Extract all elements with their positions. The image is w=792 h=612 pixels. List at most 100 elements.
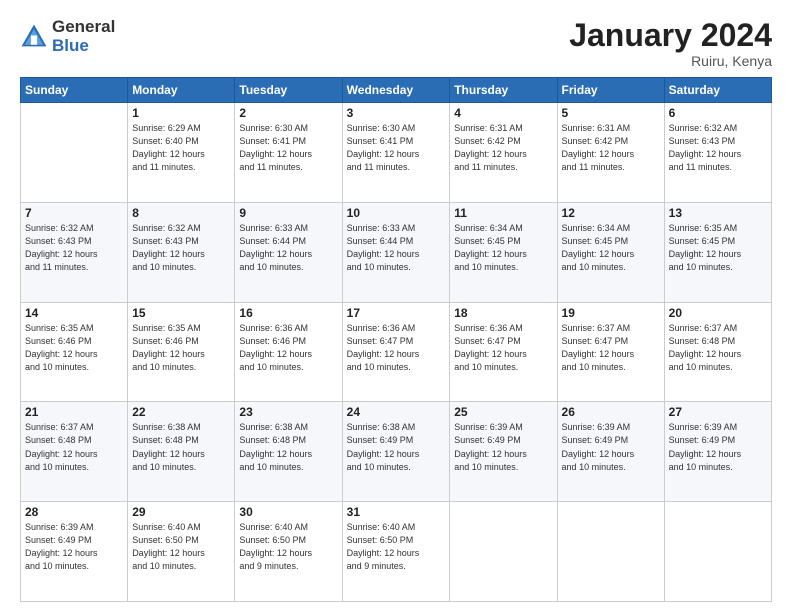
day-info: Sunrise: 6:39 AM Sunset: 6:49 PM Dayligh… xyxy=(454,421,552,473)
calendar-cell: 9 Sunrise: 6:33 AM Sunset: 6:44 PM Daylig… xyxy=(235,202,342,302)
location: Ruiru, Kenya xyxy=(569,53,772,69)
calendar-cell: 24 Sunrise: 6:38 AM Sunset: 6:49 PM Dayli… xyxy=(342,402,450,502)
day-info: Sunrise: 6:31 AM Sunset: 6:42 PM Dayligh… xyxy=(454,122,552,174)
day-number: 10 xyxy=(347,206,446,220)
day-number: 3 xyxy=(347,106,446,120)
day-number: 21 xyxy=(25,405,123,419)
day-number: 24 xyxy=(347,405,446,419)
calendar-cell: 22Sunrise: 6:38 AM Sunset: 6:48 PM Dayli… xyxy=(128,402,235,502)
day-info: Sunrise: 6:38 AM Sunset: 6:48 PM Dayligh… xyxy=(239,421,337,473)
calendar-cell: 3Sunrise: 6:30 AM Sunset: 6:41 PM Daylig… xyxy=(342,103,450,203)
day-info: Sunrise: 6:37 AM Sunset: 6:48 PM Dayligh… xyxy=(25,421,123,473)
calendar-cell: 27 Sunrise: 6:39 AM Sunset: 6:49 PM Dayli… xyxy=(664,402,771,502)
day-number: 8 xyxy=(132,206,230,220)
day-info: Sunrise: 6:40 AM Sunset: 6:50 PM Dayligh… xyxy=(347,521,446,573)
day-number: 2 xyxy=(239,106,337,120)
calendar-header-tuesday: Tuesday xyxy=(235,78,342,103)
header: General Blue January 2024 Ruiru, Kenya xyxy=(20,18,772,69)
logo-blue: Blue xyxy=(52,37,115,56)
calendar-cell xyxy=(557,502,664,602)
day-info: Sunrise: 6:39 AM Sunset: 6:49 PM Dayligh… xyxy=(562,421,660,473)
calendar-cell: 18 Sunrise: 6:36 AM Sunset: 6:47 PM Dayli… xyxy=(450,302,557,402)
calendar-cell: 19 Sunrise: 6:37 AM Sunset: 6:47 PM Dayli… xyxy=(557,302,664,402)
day-number: 25 xyxy=(454,405,552,419)
calendar: SundayMondayTuesdayWednesdayThursdayFrid… xyxy=(20,77,772,602)
title-block: January 2024 Ruiru, Kenya xyxy=(569,18,772,69)
day-number: 9 xyxy=(239,206,337,220)
logo-icon xyxy=(20,23,48,51)
day-number: 27 xyxy=(669,405,767,419)
calendar-cell: 6 Sunrise: 6:32 AM Sunset: 6:43 PM Daylig… xyxy=(664,103,771,203)
day-info: Sunrise: 6:37 AM Sunset: 6:47 PM Dayligh… xyxy=(562,322,660,374)
day-info: Sunrise: 6:37 AM Sunset: 6:48 PM Dayligh… xyxy=(669,322,767,374)
logo-text: General Blue xyxy=(52,18,115,55)
calendar-cell: 16Sunrise: 6:36 AM Sunset: 6:46 PM Dayli… xyxy=(235,302,342,402)
calendar-cell: 23 Sunrise: 6:38 AM Sunset: 6:48 PM Dayli… xyxy=(235,402,342,502)
day-number: 23 xyxy=(239,405,337,419)
calendar-week-row: 1Sunrise: 6:29 AM Sunset: 6:40 PM Daylig… xyxy=(21,103,772,203)
calendar-cell: 26 Sunrise: 6:39 AM Sunset: 6:49 PM Dayli… xyxy=(557,402,664,502)
calendar-header-friday: Friday xyxy=(557,78,664,103)
day-number: 6 xyxy=(669,106,767,120)
day-number: 15 xyxy=(132,306,230,320)
calendar-cell: 21 Sunrise: 6:37 AM Sunset: 6:48 PM Dayli… xyxy=(21,402,128,502)
day-info: Sunrise: 6:35 AM Sunset: 6:45 PM Dayligh… xyxy=(669,222,767,274)
day-info: Sunrise: 6:31 AM Sunset: 6:42 PM Dayligh… xyxy=(562,122,660,174)
day-info: Sunrise: 6:36 AM Sunset: 6:47 PM Dayligh… xyxy=(347,322,446,374)
day-number: 14 xyxy=(25,306,123,320)
day-number: 30 xyxy=(239,505,337,519)
day-number: 11 xyxy=(454,206,552,220)
day-info: Sunrise: 6:35 AM Sunset: 6:46 PM Dayligh… xyxy=(132,322,230,374)
calendar-header-row: SundayMondayTuesdayWednesdayThursdayFrid… xyxy=(21,78,772,103)
calendar-week-row: 28Sunrise: 6:39 AM Sunset: 6:49 PM Dayli… xyxy=(21,502,772,602)
calendar-cell: 31Sunrise: 6:40 AM Sunset: 6:50 PM Dayli… xyxy=(342,502,450,602)
day-info: Sunrise: 6:36 AM Sunset: 6:46 PM Dayligh… xyxy=(239,322,337,374)
logo: General Blue xyxy=(20,18,115,55)
calendar-cell: 15 Sunrise: 6:35 AM Sunset: 6:46 PM Dayli… xyxy=(128,302,235,402)
calendar-header-saturday: Saturday xyxy=(664,78,771,103)
month-title: January 2024 xyxy=(569,18,772,53)
day-info: Sunrise: 6:30 AM Sunset: 6:41 PM Dayligh… xyxy=(239,122,337,174)
calendar-cell: 30 Sunrise: 6:40 AM Sunset: 6:50 PM Dayli… xyxy=(235,502,342,602)
calendar-header-wednesday: Wednesday xyxy=(342,78,450,103)
day-info: Sunrise: 6:38 AM Sunset: 6:49 PM Dayligh… xyxy=(347,421,446,473)
day-number: 13 xyxy=(669,206,767,220)
day-info: Sunrise: 6:29 AM Sunset: 6:40 PM Dayligh… xyxy=(132,122,230,174)
calendar-cell: 20Sunrise: 6:37 AM Sunset: 6:48 PM Dayli… xyxy=(664,302,771,402)
calendar-cell: 11 Sunrise: 6:34 AM Sunset: 6:45 PM Dayli… xyxy=(450,202,557,302)
day-number: 17 xyxy=(347,306,446,320)
day-number: 29 xyxy=(132,505,230,519)
calendar-cell: 13 Sunrise: 6:35 AM Sunset: 6:45 PM Dayli… xyxy=(664,202,771,302)
day-info: Sunrise: 6:32 AM Sunset: 6:43 PM Dayligh… xyxy=(669,122,767,174)
day-info: Sunrise: 6:40 AM Sunset: 6:50 PM Dayligh… xyxy=(132,521,230,573)
day-info: Sunrise: 6:38 AM Sunset: 6:48 PM Dayligh… xyxy=(132,421,230,473)
calendar-cell: 10Sunrise: 6:33 AM Sunset: 6:44 PM Dayli… xyxy=(342,202,450,302)
calendar-cell: 25 Sunrise: 6:39 AM Sunset: 6:49 PM Dayli… xyxy=(450,402,557,502)
day-info: Sunrise: 6:36 AM Sunset: 6:47 PM Dayligh… xyxy=(454,322,552,374)
day-number: 26 xyxy=(562,405,660,419)
calendar-cell: 29 Sunrise: 6:40 AM Sunset: 6:50 PM Dayli… xyxy=(128,502,235,602)
calendar-cell: 1Sunrise: 6:29 AM Sunset: 6:40 PM Daylig… xyxy=(128,103,235,203)
day-number: 5 xyxy=(562,106,660,120)
calendar-cell xyxy=(21,103,128,203)
calendar-header-sunday: Sunday xyxy=(21,78,128,103)
calendar-header-monday: Monday xyxy=(128,78,235,103)
day-number: 19 xyxy=(562,306,660,320)
calendar-week-row: 14 Sunrise: 6:35 AM Sunset: 6:46 PM Dayli… xyxy=(21,302,772,402)
day-info: Sunrise: 6:39 AM Sunset: 6:49 PM Dayligh… xyxy=(25,521,123,573)
day-number: 18 xyxy=(454,306,552,320)
calendar-cell: 4Sunrise: 6:31 AM Sunset: 6:42 PM Daylig… xyxy=(450,103,557,203)
day-info: Sunrise: 6:35 AM Sunset: 6:46 PM Dayligh… xyxy=(25,322,123,374)
day-info: Sunrise: 6:34 AM Sunset: 6:45 PM Dayligh… xyxy=(562,222,660,274)
calendar-cell: 2 Sunrise: 6:30 AM Sunset: 6:41 PM Daylig… xyxy=(235,103,342,203)
day-info: Sunrise: 6:40 AM Sunset: 6:50 PM Dayligh… xyxy=(239,521,337,573)
day-info: Sunrise: 6:39 AM Sunset: 6:49 PM Dayligh… xyxy=(669,421,767,473)
day-info: Sunrise: 6:34 AM Sunset: 6:45 PM Dayligh… xyxy=(454,222,552,274)
day-info: Sunrise: 6:33 AM Sunset: 6:44 PM Dayligh… xyxy=(239,222,337,274)
calendar-header-thursday: Thursday xyxy=(450,78,557,103)
calendar-week-row: 21 Sunrise: 6:37 AM Sunset: 6:48 PM Dayli… xyxy=(21,402,772,502)
day-number: 12 xyxy=(562,206,660,220)
calendar-cell: 8 Sunrise: 6:32 AM Sunset: 6:43 PM Daylig… xyxy=(128,202,235,302)
day-info: Sunrise: 6:32 AM Sunset: 6:43 PM Dayligh… xyxy=(132,222,230,274)
page: General Blue January 2024 Ruiru, Kenya S… xyxy=(0,0,792,612)
